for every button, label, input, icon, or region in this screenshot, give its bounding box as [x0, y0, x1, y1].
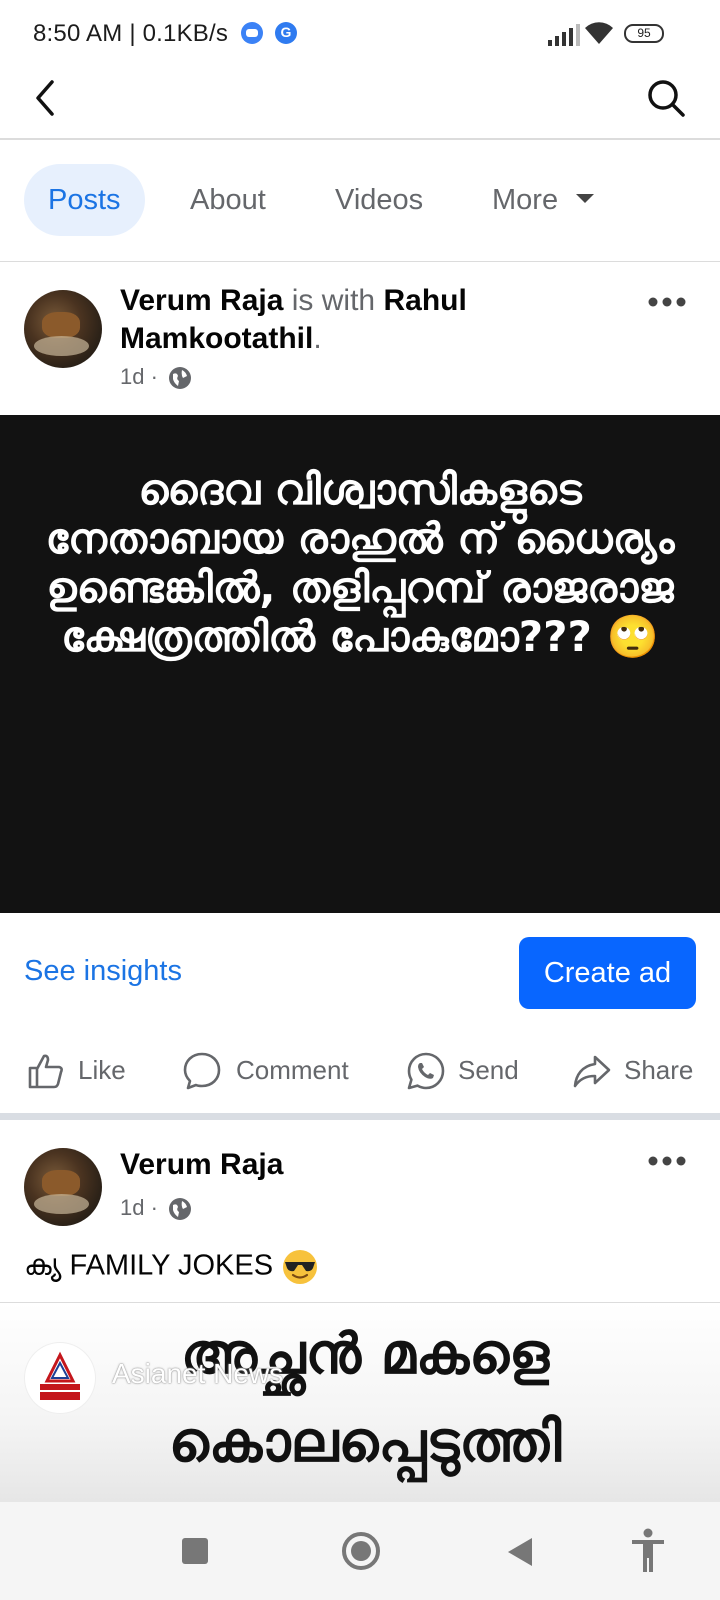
- messenger-notification-icon: [241, 22, 263, 44]
- with-text: is with: [291, 284, 376, 317]
- post-image[interactable]: ദൈവ വിശ്വാസികളുടെ നേതാബായ രാഹുൽ ന് ധൈര്യ…: [0, 415, 720, 913]
- like-icon: [28, 1054, 63, 1089]
- profile-tabs: Posts About Videos More: [0, 140, 720, 262]
- whatsapp-icon: [407, 1052, 445, 1090]
- app-header: [0, 70, 720, 140]
- caret-down-icon: [576, 193, 595, 203]
- wifi-icon: [585, 22, 613, 44]
- post2-caption: ക്യ FAMILY JOKES: [24, 1248, 319, 1286]
- status-time: 8:50 AM | 0.1KB/s: [33, 20, 229, 47]
- meta-separator: ·: [150, 364, 158, 389]
- signal-icon: [548, 24, 580, 46]
- post2-image-text: അച്ഛൻ മകളെ കൊലപ്പെടുത്തി: [168, 1322, 562, 1475]
- send-button[interactable]: Send: [406, 1045, 526, 1095]
- post-time: 1d: [120, 364, 145, 389]
- channel-name: Asianet News: [112, 1358, 284, 1389]
- status-bar: 8:50 AM | 0.1KB/s 95: [0, 0, 720, 70]
- battery-icon: 95: [624, 24, 664, 43]
- tab-more[interactable]: More: [492, 164, 595, 236]
- create-ad-button[interactable]: Create ad: [519, 937, 696, 1009]
- back-arrow-icon[interactable]: [26, 78, 66, 118]
- post-actions: Like Comment Send Share: [0, 1035, 720, 1105]
- author-name[interactable]: Verum Raja: [120, 284, 283, 317]
- like-button[interactable]: Like: [26, 1045, 136, 1095]
- post2-caption-text: ക്യ FAMILY JOKES: [24, 1249, 274, 1282]
- more-options-icon-2[interactable]: [648, 1156, 686, 1166]
- share-label: Share: [624, 1055, 694, 1085]
- asianet-news-logo: [25, 1343, 95, 1413]
- home-icon[interactable]: [342, 1532, 380, 1570]
- author-avatar[interactable]: [24, 290, 102, 368]
- author-name-2[interactable]: Verum Raja: [120, 1148, 283, 1181]
- period: .: [313, 322, 322, 355]
- like-label: Like: [78, 1055, 126, 1085]
- globe-icon: [169, 367, 192, 390]
- share-button[interactable]: Share: [572, 1045, 702, 1095]
- comment-icon: [183, 1052, 221, 1090]
- post2-header-title: Verum Raja: [120, 1146, 283, 1184]
- see-insights-link[interactable]: See insights: [24, 955, 182, 988]
- author-avatar-2[interactable]: [24, 1148, 102, 1226]
- globe-icon: [169, 1198, 192, 1221]
- more-options-icon[interactable]: [648, 297, 686, 307]
- meta-separator-2: ·: [150, 1195, 158, 1220]
- system-nav-bar: [0, 1502, 720, 1600]
- nav-back-icon[interactable]: [508, 1538, 532, 1566]
- recents-icon[interactable]: [182, 1538, 208, 1564]
- google-notification-icon: [275, 22, 297, 44]
- tab-more-label: More: [492, 184, 559, 216]
- post-header-title: Verum Raja is with Rahul Mamkootathil.: [120, 282, 620, 358]
- search-icon[interactable]: [646, 78, 686, 118]
- tab-videos[interactable]: Videos: [335, 164, 423, 236]
- comment-button[interactable]: Comment: [182, 1045, 362, 1095]
- tab-posts[interactable]: Posts: [24, 164, 145, 236]
- post-image-text: ദൈവ വിശ്വാസികളുടെ നേതാബായ രാഹുൽ ന് ധൈര്യ…: [45, 465, 675, 661]
- share-icon: [573, 1055, 611, 1088]
- accessibility-icon[interactable]: [630, 1528, 666, 1574]
- post2-time: 1d: [120, 1195, 145, 1220]
- post-divider: [0, 1113, 720, 1120]
- post2-meta: 1d ·: [120, 1195, 192, 1221]
- post-meta: 1d ·: [120, 364, 192, 390]
- send-label: Send: [458, 1055, 519, 1085]
- comment-label: Comment: [236, 1055, 349, 1085]
- post2-image[interactable]: അച്ഛൻ മകളെ കൊലപ്പെടുത്തി Asianet News: [0, 1302, 720, 1502]
- sunglasses-emoji-icon: [283, 1250, 318, 1284]
- tab-about[interactable]: About: [190, 164, 266, 236]
